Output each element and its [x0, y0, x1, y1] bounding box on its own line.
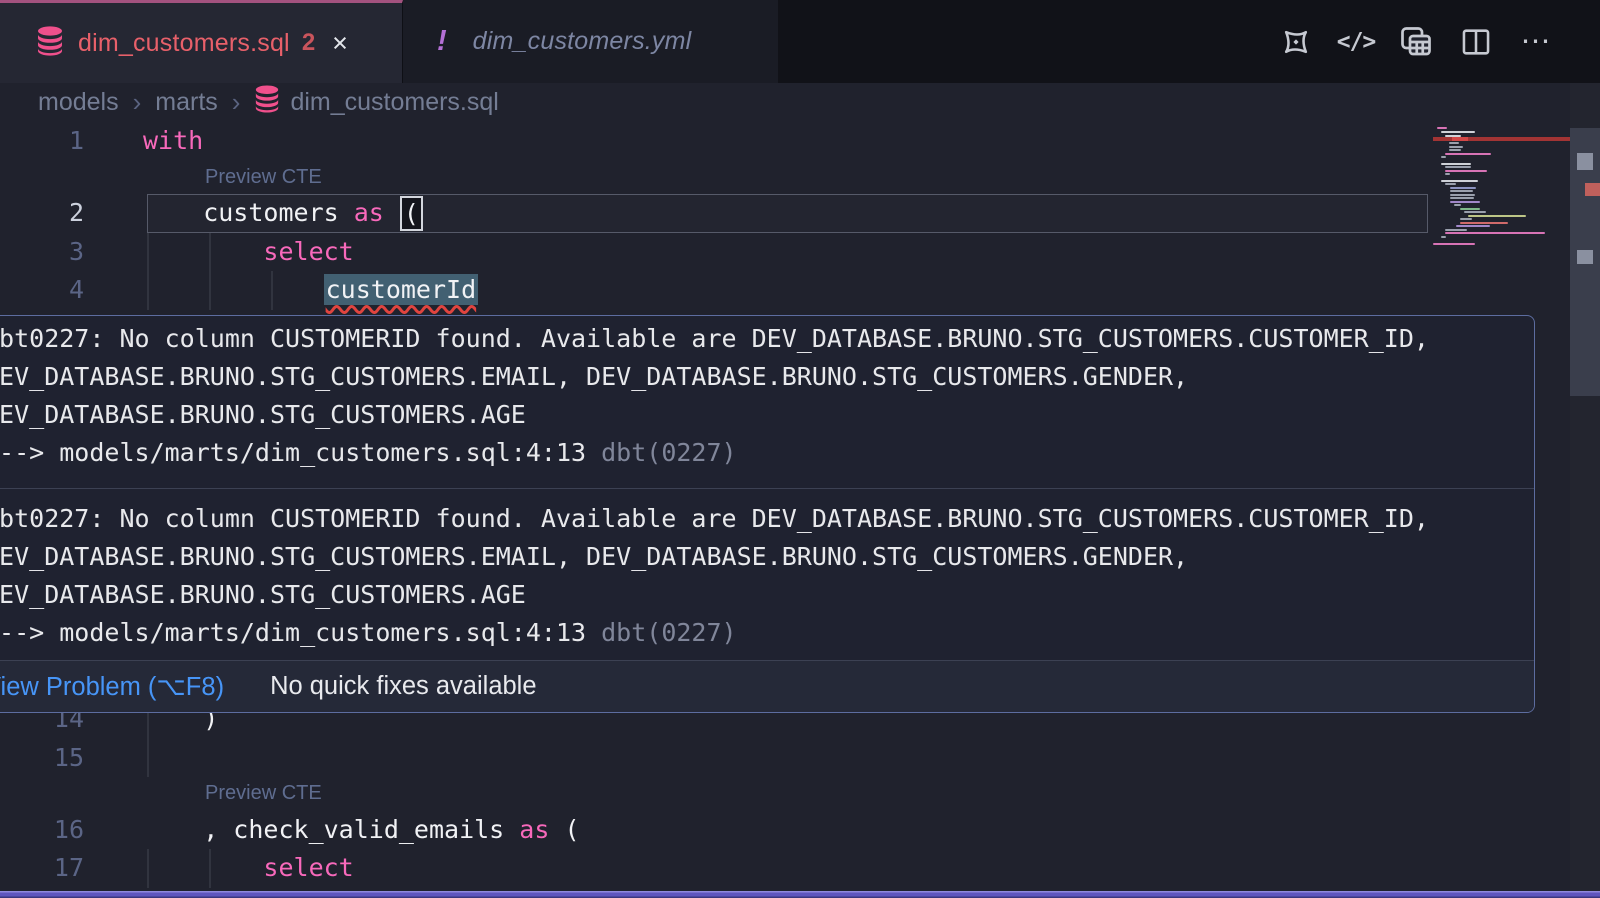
tab-dim-customers-sql[interactable]: dim_customers.sql 2 × [0, 0, 403, 83]
line-number: 2 [0, 194, 84, 233]
text-cursor: ( [400, 196, 423, 231]
codelens-preview-cte[interactable]: Preview CTE [205, 161, 322, 195]
breadcrumb-models[interactable]: models [38, 88, 119, 117]
codelens-preview-cte[interactable]: Preview CTE [205, 777, 322, 811]
indent-guide [147, 739, 149, 778]
split-editor-icon[interactable] [1458, 24, 1494, 60]
dbt-logo-icon[interactable] [1278, 24, 1314, 60]
code-line-2[interactable]: 2 customers as ( [0, 194, 1433, 233]
query-results-icon[interactable] [1398, 24, 1434, 60]
minimap-code-line [1445, 153, 1491, 155]
chevron-right-icon: › [133, 87, 142, 118]
more-actions-icon[interactable]: ⋯ [1518, 24, 1554, 60]
chevron-right-icon: › [232, 87, 241, 118]
minimap-code-line [1454, 204, 1461, 206]
minimap-code-line [1450, 190, 1473, 192]
no-quick-fixes-label: No quick fixes available [270, 672, 536, 701]
line-number: 15 [0, 739, 84, 778]
minimap-code-line [1445, 232, 1545, 234]
code-line-3[interactable]: 3 select [0, 233, 1433, 272]
breadcrumb: models › marts › dim_customers.sql [38, 83, 499, 122]
code-line-15[interactable]: 15 [0, 739, 1433, 778]
minimap-code-line [1460, 208, 1480, 210]
minimap-code-line [1450, 197, 1474, 199]
minimap-code-line [1450, 201, 1480, 203]
minimap-code-line [1450, 194, 1475, 196]
vscode-editor-window: dim_customers.sql 2 × ! dim_customers.ym… [0, 0, 1600, 898]
minimap-code-line [1441, 131, 1475, 133]
error-message: dbt0227: No column CUSTOMERID found. Ava… [0, 316, 1534, 488]
minimap-code-line [1445, 183, 1456, 185]
minimap-code-line [1445, 166, 1471, 168]
minimap-code-line [1460, 222, 1508, 224]
minimap-code-line [1441, 180, 1478, 182]
modified-count-badge: 2 [302, 29, 315, 57]
code-line-16[interactable]: 16 , check_valid_emails as ( [0, 811, 1433, 850]
overview-ruler-mark [1577, 153, 1593, 170]
minimap-code-line [1460, 218, 1472, 220]
warning-icon: ! [437, 25, 447, 58]
close-icon[interactable]: × [332, 28, 348, 59]
minimap-code-line [1468, 215, 1526, 217]
scrollbar[interactable] [1570, 83, 1600, 898]
breadcrumb-marts[interactable]: marts [155, 88, 218, 117]
minimap-code-line [1441, 236, 1446, 238]
minimap-code-line [1449, 142, 1459, 144]
minimap-error-highlight [1452, 137, 1468, 141]
minimap-code-line [1441, 163, 1471, 165]
minimap-code-line [1441, 156, 1446, 158]
error-hover-popup: dbt0227: No column CUSTOMERID found. Ava… [0, 315, 1535, 713]
line-number: 1 [0, 122, 84, 161]
line-number: 16 [0, 811, 84, 850]
tab-dim-customers-yml[interactable]: ! dim_customers.yml [403, 0, 778, 83]
compile-code-icon[interactable]: </> [1338, 24, 1374, 60]
minimap-code-line [1437, 127, 1447, 129]
minimap-code-line [1456, 225, 1490, 227]
overview-ruler-mark [1585, 183, 1600, 196]
minimap-code-line [1445, 229, 1467, 231]
view-problem-link[interactable]: View Problem (⌥F8) [0, 672, 224, 702]
code-line-17[interactable]: 17 select [0, 849, 1433, 888]
error-code: dbt(0227) [586, 438, 737, 467]
database-icon [36, 26, 64, 61]
line-number: 4 [0, 271, 84, 310]
hover-status-bar: View Problem (⌥F8) No quick fixes availa… [0, 660, 1534, 712]
error-source-link[interactable]: --> models/marts/dim_customers.sql:4:13 [0, 438, 586, 467]
minimap-code-line [1445, 170, 1487, 172]
minimap-code-line [1445, 135, 1461, 137]
error-code: dbt(0227) [586, 618, 737, 647]
code-line-4[interactable]: 4 customerId [0, 271, 1433, 310]
code-line-1[interactable]: 1with [0, 122, 1433, 161]
error-source-link[interactable]: --> models/marts/dim_customers.sql:4:13 [0, 618, 586, 647]
tab-title: dim_customers.sql [78, 29, 290, 58]
error-message: dbt0227: No column CUSTOMERID found. Ava… [0, 488, 1534, 660]
editor-actions-toolbar: </> ⋯ [1278, 0, 1554, 83]
database-icon [254, 85, 280, 120]
overview-ruler-mark [1577, 250, 1593, 264]
breadcrumb-filename: dim_customers.sql [290, 88, 498, 117]
panel-resize-handle[interactable] [0, 891, 1600, 898]
line-number: 3 [0, 233, 84, 272]
minimap-code-line [1445, 173, 1450, 175]
line-number: 17 [0, 849, 84, 888]
minimap-code-line [1464, 211, 1486, 213]
minimap-code-line [1449, 149, 1461, 151]
minimap-code-line [1450, 187, 1476, 189]
minimap-code-line [1433, 243, 1475, 245]
minimap-code-line [1449, 146, 1463, 148]
tab-title: dim_customers.yml [473, 27, 692, 56]
error-token-customerid: customerId [324, 274, 479, 305]
breadcrumb-file[interactable]: dim_customers.sql [254, 85, 498, 120]
